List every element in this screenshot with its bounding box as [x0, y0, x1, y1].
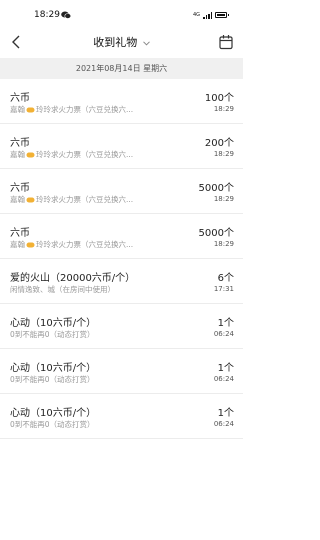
- pill-emoji-icon: [26, 197, 35, 203]
- gift-sender: 嘉翰 玲玲求火力票（六豆兑换六...: [10, 149, 185, 160]
- gift-count: 5000个: [198, 228, 234, 239]
- gift-time: 18:29: [213, 150, 234, 158]
- gift-name: 爱的火山（20000六币/个）: [10, 273, 136, 284]
- gift-list: 六币 嘉翰 玲玲求火力票（六豆兑换六... 100个 18:29 六币 嘉翰 玲玲求火力票（六…: [0, 79, 243, 439]
- gift-row[interactable]: 心动（10六币/个） 0到不能再0（动态打赏） 1个 06:24: [0, 349, 243, 394]
- gift-row[interactable]: 爱的火山（20000六币/个） 闲情逸致、城（在房间中使用） 6个 17:31: [0, 259, 243, 304]
- gift-row[interactable]: 六币 嘉翰 玲玲求火力票（六豆兑换六... 200个 18:29: [0, 124, 243, 169]
- battery-icon: [215, 12, 229, 18]
- date-header: 2021年08月14日 星期六: [0, 58, 243, 79]
- status-indicators: 4G: [192, 11, 229, 19]
- gift-count: 100个: [204, 93, 234, 104]
- sender-text: 嘉翰: [10, 150, 25, 159]
- sender-text: 0到不能再0（动态打赏）: [10, 330, 95, 339]
- sender-text: 0到不能再0（动态打赏）: [10, 420, 95, 429]
- gift-sender: 0到不能再0（动态打赏）: [10, 329, 185, 340]
- gift-name: 心动（10六币/个）: [10, 318, 97, 329]
- gift-sender: 闲情逸致、城（在房间中使用）: [10, 284, 185, 295]
- gift-row[interactable]: 六币 嘉翰 玲玲求火力票（六豆兑换六... 100个 18:29: [0, 79, 243, 124]
- gift-count: 200个: [204, 138, 234, 149]
- gift-time: 06:24: [213, 330, 234, 338]
- sender-message: 玲玲求火力票（六豆兑换六...: [36, 240, 134, 249]
- gift-sender: 0到不能再0（动态打赏）: [10, 374, 185, 385]
- gift-count: 6个: [217, 273, 234, 284]
- sender-message: 玲玲求火力票（六豆兑换六...: [36, 105, 134, 114]
- chevron-down-icon: [142, 40, 150, 46]
- gift-sender: 嘉翰 玲玲求火力票（六豆兑换六...: [10, 239, 185, 250]
- signal-icon: [203, 11, 212, 19]
- nav-title-dropdown[interactable]: 收到礼物: [0, 34, 243, 50]
- gift-sender: 0到不能再0（动态打赏）: [10, 419, 185, 430]
- sender-message: 玲玲求火力票（六豆兑换六...: [36, 195, 134, 204]
- sender-text: 嘉翰: [10, 105, 25, 114]
- nav-bar: 收到礼物: [0, 30, 243, 56]
- gift-sender: 嘉翰 玲玲求火力票（六豆兑换六...: [10, 104, 185, 115]
- gift-row[interactable]: 六币 嘉翰 玲玲求火力票（六豆兑换六... 5000个 18:29: [0, 214, 243, 259]
- status-time: 18:29: [34, 10, 60, 20]
- gift-row[interactable]: 心动（10六币/个） 0到不能再0（动态打赏） 1个 06:24: [0, 304, 243, 349]
- gift-time: 06:24: [213, 375, 234, 383]
- wechat-icon: [61, 11, 71, 19]
- gift-row[interactable]: 六币 嘉翰 玲玲求火力票（六豆兑换六... 5000个 18:29: [0, 169, 243, 214]
- network-label: 4G: [192, 11, 200, 18]
- gift-time: 18:29: [213, 105, 234, 113]
- gift-time: 18:29: [213, 240, 234, 248]
- sender-text: 嘉翰: [10, 195, 25, 204]
- status-bar: 18:29 4G: [0, 0, 243, 30]
- gift-count: 5000个: [198, 183, 234, 194]
- calendar-icon[interactable]: [219, 34, 233, 50]
- gift-row[interactable]: 心动（10六币/个） 0到不能再0（动态打赏） 1个 06:24: [0, 394, 243, 439]
- pill-emoji-icon: [26, 242, 35, 248]
- gift-time: 17:31: [213, 285, 234, 293]
- sender-text: 嘉翰: [10, 240, 25, 249]
- gift-name: 六币: [10, 138, 30, 149]
- pill-emoji-icon: [26, 107, 35, 113]
- gift-name: 六币: [10, 183, 30, 194]
- gift-count: 1个: [217, 363, 234, 374]
- page-title: 收到礼物: [93, 36, 138, 49]
- sender-message: 玲玲求火力票（六豆兑换六...: [36, 150, 134, 159]
- gift-sender: 嘉翰 玲玲求火力票（六豆兑换六...: [10, 194, 185, 205]
- gift-time: 18:29: [213, 195, 234, 203]
- gift-count: 1个: [217, 318, 234, 329]
- gift-name: 六币: [10, 228, 30, 239]
- gift-count: 1个: [217, 408, 234, 419]
- gift-name: 六币: [10, 93, 30, 104]
- gift-time: 06:24: [213, 420, 234, 428]
- sender-text: 0到不能再0（动态打赏）: [10, 375, 95, 384]
- gift-name: 心动（10六币/个）: [10, 363, 97, 374]
- gift-name: 心动（10六币/个）: [10, 408, 97, 419]
- sender-text: 闲情逸致、城（在房间中使用）: [10, 285, 115, 294]
- pill-emoji-icon: [26, 152, 35, 158]
